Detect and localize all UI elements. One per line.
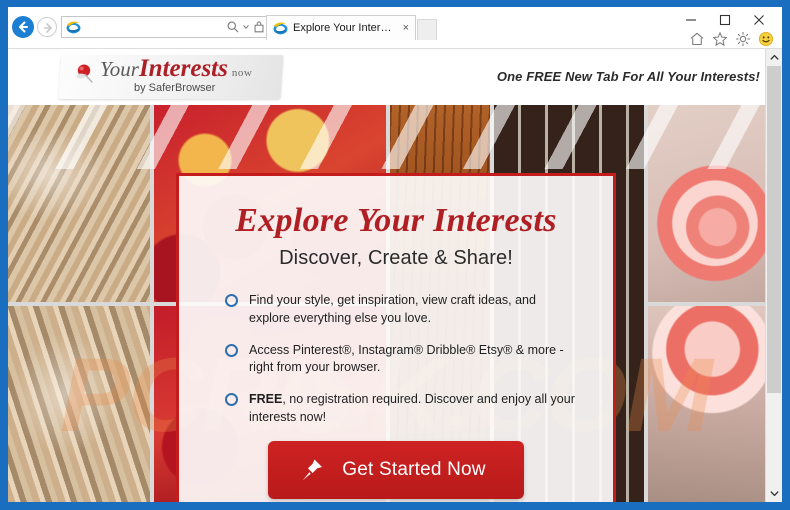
- forward-arrow-icon[interactable]: [37, 17, 57, 37]
- promo-bullet-list: Find your style, get inspiration, view c…: [213, 292, 579, 427]
- logo-word-your: Your: [100, 57, 139, 81]
- collage-column-1: [8, 105, 150, 502]
- settings-gear-icon[interactable]: [735, 31, 751, 47]
- collage-column-5: [648, 105, 782, 502]
- chevron-down-icon[interactable]: [242, 20, 250, 34]
- browser-chrome: Explore Your Interests, All for... ×: [8, 7, 782, 49]
- red-pushpin-icon: [72, 61, 98, 87]
- chevron-down-icon[interactable]: [766, 485, 782, 502]
- bullet-text: Access Pinterest®, Instagram® Dribble® E…: [249, 342, 564, 375]
- get-started-label: Get Started Now: [342, 458, 486, 480]
- address-bar[interactable]: [61, 16, 280, 38]
- bullet-text: FREE, no registration required. Discover…: [249, 391, 579, 427]
- white-pushpin-icon: [298, 456, 326, 484]
- list-item: Find your style, get inspiration, view c…: [225, 292, 579, 328]
- bullet-ring-icon: [225, 343, 238, 357]
- list-item: Access Pinterest®, Instagram® Dribble® E…: [225, 342, 579, 378]
- promo-heading: Explore Your Interests: [235, 202, 557, 239]
- tab-explore-your-interests[interactable]: Explore Your Interests, All for... ×: [266, 15, 416, 40]
- close-button[interactable]: [742, 9, 776, 31]
- navigation-bar: [8, 13, 280, 41]
- logo-word-interests: Interests: [138, 55, 228, 82]
- bullet-text: Find your style, get inspiration, view c…: [249, 293, 536, 325]
- bullet-ring-icon: [225, 393, 238, 406]
- photo-braided-hair-bottom: [8, 305, 150, 502]
- tab-strip: Explore Your Interests, All for... ×: [266, 14, 437, 40]
- internet-explorer-icon: [66, 20, 81, 33]
- home-icon[interactable]: [689, 31, 705, 47]
- tab-label: Explore Your Interests, All for...: [293, 22, 398, 34]
- list-item: FREE, no registration required. Discover…: [225, 391, 579, 427]
- new-tab-button[interactable]: [417, 19, 437, 40]
- photo-braided-hair-top: [8, 105, 150, 302]
- site-logo[interactable]: YourInterests now by SaferBrowser: [58, 55, 284, 99]
- go-icon[interactable]: [252, 20, 266, 34]
- chevron-up-icon[interactable]: [766, 49, 782, 66]
- scrollbar-thumb[interactable]: [767, 66, 781, 393]
- window-controls: [674, 9, 776, 31]
- header-tagline: One FREE New Tab For All Your Interests!: [496, 69, 760, 84]
- photo-pink-rose-bottom: [648, 305, 782, 502]
- address-input[interactable]: [84, 18, 226, 36]
- feedback-smiley-icon[interactable]: [758, 31, 774, 47]
- search-magnifier-icon[interactable]: [226, 20, 240, 34]
- scrollbar-track[interactable]: [766, 66, 782, 485]
- toolbar-icons: [689, 31, 774, 47]
- browser-window: Explore Your Interests, All for... ×: [0, 0, 790, 510]
- logo-text: YourInterests now by SaferBrowser: [100, 55, 253, 94]
- logo-byline: by SaferBrowser: [134, 82, 216, 94]
- photo-pink-rose-top: [648, 105, 782, 302]
- get-started-button[interactable]: Get Started Now: [268, 440, 524, 499]
- site-header: YourInterests now by SaferBrowser One FR…: [8, 49, 782, 105]
- close-icon[interactable]: ×: [402, 22, 410, 34]
- logo-word-now: now: [231, 67, 253, 79]
- bullet-ring-icon: [225, 294, 238, 307]
- internet-explorer-icon: [273, 21, 288, 34]
- back-arrow-icon[interactable]: [12, 16, 34, 38]
- favorites-star-icon[interactable]: [712, 31, 728, 47]
- vertical-scrollbar[interactable]: [765, 49, 782, 502]
- cta-wrapper: Get Started Now: [213, 440, 579, 499]
- bullet-text-rest: , no registration required. Discover and…: [249, 392, 575, 424]
- promo-card: Explore Your Interests Discover, Create …: [176, 173, 616, 502]
- promo-subheading: Discover, Create & Share!: [279, 247, 513, 269]
- maximize-button[interactable]: [708, 9, 742, 31]
- bullet-text-bold: FREE: [249, 392, 283, 406]
- minimize-button[interactable]: [674, 9, 708, 31]
- window-inner: Explore Your Interests, All for... ×: [8, 7, 782, 502]
- page-content: YourInterests now by SaferBrowser One FR…: [8, 49, 782, 502]
